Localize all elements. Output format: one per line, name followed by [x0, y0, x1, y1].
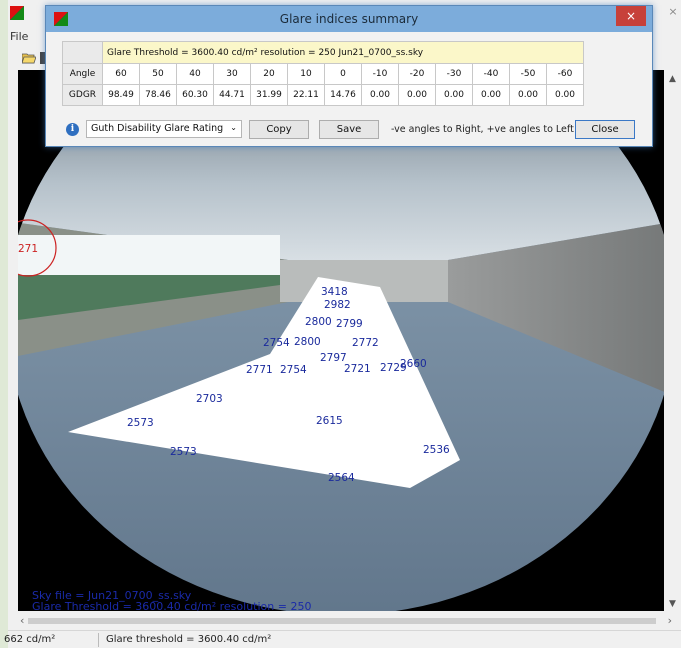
glare-value-label: 2754 — [280, 364, 307, 376]
angle-cell: 30 — [213, 63, 251, 85]
gdgr-cell: 22.11 — [287, 84, 325, 106]
dialog-title: Glare indices summary — [279, 12, 419, 26]
threshold-overlay: Glare Threshold = 3600.40 cd/m² resoluti… — [32, 600, 312, 611]
glare-value-label: 2799 — [336, 318, 363, 330]
status-luminance: 662 cd/m² — [4, 634, 56, 645]
glare-value-label: 2800 — [305, 316, 332, 328]
scroll-down-icon[interactable]: ▼ — [669, 599, 676, 609]
glare-value-label: 2615 — [316, 415, 343, 427]
glare-summary-dialog: Glare indices summary × Glare Threshold … — [45, 5, 653, 147]
table-row-gdgr: GDGR 98.49 78.46 60.30 44.71 31.99 22.11 14.76… — [62, 84, 584, 106]
glare-indices-table: Glare Threshold = 3600.40 cd/m² resoluti… — [62, 41, 584, 106]
open-folder-icon[interactable] — [22, 52, 36, 64]
angle-cell: -20 — [398, 63, 436, 85]
glare-value-label: 2771 — [246, 364, 273, 376]
angle-cell: -30 — [435, 63, 473, 85]
status-divider — [98, 633, 99, 647]
gdgr-cell: 0.00 — [361, 84, 399, 106]
gdgr-cell: 14.76 — [324, 84, 362, 106]
row-header-angle: Angle — [62, 63, 103, 85]
glare-value-label: 2800 — [294, 336, 321, 348]
gdgr-cell: 31.99 — [250, 84, 288, 106]
glare-value-label: 2754 — [263, 337, 290, 349]
vertical-scrollbar[interactable]: ▲ ▼ — [665, 70, 681, 611]
glare-value-label: 3418 — [321, 286, 348, 298]
glare-value-label: 2573 — [170, 446, 197, 458]
glare-value-label: 2797 — [320, 352, 347, 364]
gdgr-cell: 0.00 — [398, 84, 436, 106]
glare-value-label: 2660 — [400, 358, 427, 370]
scroll-up-icon[interactable]: ▲ — [669, 74, 676, 84]
status-threshold: Glare threshold = 3600.40 cd/m² — [106, 634, 272, 645]
horizontal-scrollbar[interactable]: ‹ › — [18, 613, 672, 629]
angle-cell: 0 — [324, 63, 362, 85]
glare-value-label: 2703 — [196, 393, 223, 405]
close-button[interactable]: Close — [575, 120, 635, 139]
chevron-down-icon: ⌄ — [230, 123, 237, 132]
angle-cell: -40 — [472, 63, 510, 85]
angle-cell: 20 — [250, 63, 288, 85]
gdgr-cell: 0.00 — [435, 84, 473, 106]
scroll-left-icon[interactable]: ‹ — [20, 614, 24, 627]
app-logo-icon — [10, 6, 24, 20]
scroll-right-icon[interactable]: › — [668, 614, 672, 627]
copy-button[interactable]: Copy — [249, 120, 309, 139]
glare-marker-label: 271 — [18, 243, 39, 255]
row-header-gdgr: GDGR — [62, 84, 103, 106]
info-icon: i — [66, 123, 79, 136]
gdgr-cell: 0.00 — [546, 84, 584, 106]
glare-value-label: 2982 — [324, 299, 351, 311]
gdgr-cell: 44.71 — [213, 84, 251, 106]
gdgr-cell: 60.30 — [176, 84, 214, 106]
table-corner-cell — [62, 41, 103, 64]
dialog-titlebar: Glare indices summary × — [46, 6, 652, 32]
gdgr-cell: 0.00 — [509, 84, 547, 106]
glare-value-label: 2564 — [328, 472, 355, 484]
glare-value-label: 2536 — [423, 444, 450, 456]
angle-cell: 10 — [287, 63, 325, 85]
menubar: File — [8, 30, 28, 46]
threshold-info: Glare Threshold = 3600.40 cd/m² resoluti… — [102, 41, 584, 64]
menu-file[interactable]: File — [10, 30, 28, 43]
angle-cell: -60 — [546, 63, 584, 85]
glare-value-label: 2772 — [352, 337, 379, 349]
angle-cell: 50 — [139, 63, 177, 85]
angle-direction-note: -ve angles to Right, +ve angles to Left — [391, 124, 574, 135]
glare-rating-selected: Guth Disability Glare Rating — [91, 123, 224, 134]
statusbar: 662 cd/m² Glare threshold = 3600.40 cd/m… — [4, 630, 681, 648]
glare-rating-select[interactable]: Guth Disability Glare Rating ⌄ — [86, 120, 242, 138]
angle-cell: 40 — [176, 63, 214, 85]
angle-cell: -10 — [361, 63, 399, 85]
fisheye-scene — [18, 70, 664, 611]
angle-cell: -50 — [509, 63, 547, 85]
gdgr-cell: 78.46 — [139, 84, 177, 106]
table-row-angle: Angle 60 50 40 30 20 10 0 -10 -20 -30 -40 -50 -60 — [62, 63, 584, 85]
glare-value-label: 2721 — [344, 363, 371, 375]
table-info-row: Glare Threshold = 3600.40 cd/m² resoluti… — [62, 41, 584, 64]
dialog-close-icon[interactable]: × — [616, 6, 646, 26]
fisheye-viewport[interactable]: 271 3418 2982 2800 2799 2754 2800 2772 2… — [18, 70, 664, 611]
glare-value-label: 2573 — [127, 417, 154, 429]
horizontal-scroll-thumb[interactable] — [28, 618, 656, 624]
gdgr-cell: 98.49 — [102, 84, 140, 106]
save-button[interactable]: Save — [319, 120, 379, 139]
app-close-icon[interactable]: × — [665, 4, 681, 20]
angle-cell: 60 — [102, 63, 140, 85]
gdgr-cell: 0.00 — [472, 84, 510, 106]
